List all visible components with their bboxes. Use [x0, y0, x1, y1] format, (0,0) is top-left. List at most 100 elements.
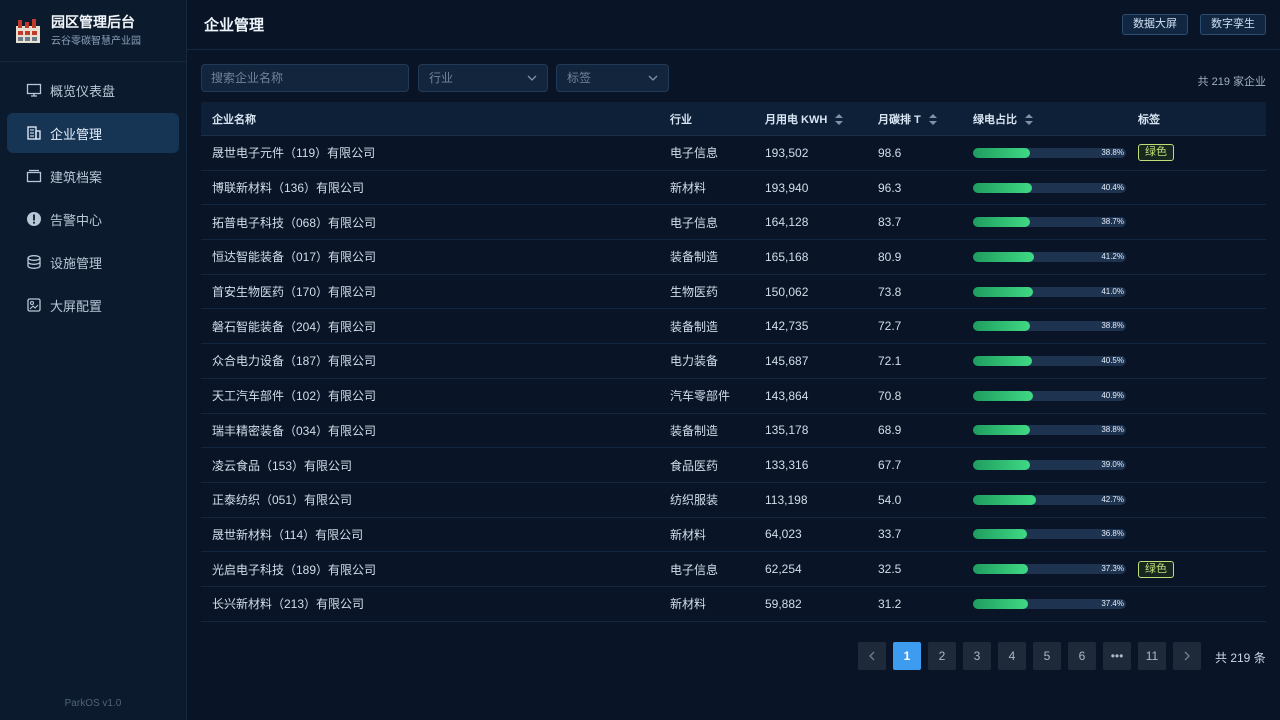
- tag-select[interactable]: 标签: [556, 64, 669, 92]
- cell-kwh: 64,023: [765, 527, 802, 542]
- page-button[interactable]: 4: [998, 642, 1026, 670]
- green-ratio-bar: 38.8%: [973, 425, 1126, 436]
- green-ratio-text: 41.0%: [1101, 286, 1124, 296]
- page-button[interactable]: 5: [1033, 642, 1061, 670]
- cell-co2: 33.7: [878, 527, 902, 542]
- table-row[interactable]: 瑞丰精密装备（034）有限公司 装备制造 135,178 68.9 38.8%: [201, 414, 1266, 449]
- building-icon: [26, 125, 42, 141]
- cell-green-ratio: 39.0%: [964, 460, 1137, 471]
- cell-kwh: 193,940: [765, 180, 809, 195]
- cell-industry: 食品医药: [670, 458, 719, 473]
- next-page-button[interactable]: [1173, 642, 1201, 670]
- cell-co2: 80.9: [878, 249, 902, 264]
- table-row[interactable]: 恒达智能装备（017）有限公司 装备制造 165,168 80.9 41.2%: [201, 240, 1266, 275]
- cell-industry: 装备制造: [670, 319, 719, 334]
- cell-kwh: 133,316: [765, 458, 809, 473]
- cell-co2: 31.2: [878, 596, 902, 611]
- green-ratio-fill: [973, 598, 1028, 609]
- chevron-right-icon: [1184, 651, 1190, 661]
- cell-co2: 96.3: [878, 180, 902, 195]
- digital-twin-button[interactable]: 数字孪生: [1200, 14, 1266, 35]
- table-body: 晟世电子元件（119）有限公司 电子信息 193,502 98.6 38.8% 绿色 博联新…: [201, 136, 1266, 622]
- chevron-down-icon: [527, 75, 537, 81]
- table-row[interactable]: 长兴新材料（213）有限公司 新材料 59,882 31.2 37.4%: [201, 587, 1266, 622]
- sidebar-item-dashboard[interactable]: 概览仪表盘: [7, 70, 179, 110]
- cell-co2: 54.0: [878, 492, 902, 507]
- table-row[interactable]: 博联新材料（136）有限公司 新材料 193,940 96.3 40.4%: [201, 171, 1266, 206]
- page-button[interactable]: 6: [1068, 642, 1096, 670]
- prev-page-button[interactable]: [858, 642, 886, 670]
- cell-green-ratio: 36.8%: [964, 529, 1137, 540]
- green-ratio-bar: 39.0%: [973, 460, 1126, 471]
- green-ratio-text: 36.8%: [1101, 529, 1124, 539]
- cell-industry: 汽车零部件: [670, 389, 731, 404]
- sidebar-item-enterprise[interactable]: 企业管理: [7, 113, 179, 153]
- table-row[interactable]: 凌云食品（153）有限公司 食品医药 133,316 67.7 39.0%: [201, 448, 1266, 483]
- column-header-industry: 行业: [670, 113, 692, 126]
- cell-co2: 70.8: [878, 388, 902, 403]
- green-ratio-text: 37.3%: [1101, 564, 1124, 574]
- sidebar-item-facilities[interactable]: 设施管理: [7, 242, 179, 282]
- green-ratio-text: 38.7%: [1101, 217, 1124, 227]
- green-ratio-fill: [973, 460, 1031, 471]
- industry-select-placeholder: 行业: [429, 71, 454, 85]
- sort-icon: [928, 114, 937, 126]
- cell-name: 天工汽车部件（102）有限公司: [212, 389, 377, 404]
- sidebar-item-label: 建筑档案: [50, 169, 103, 185]
- green-ratio-text: 40.9%: [1101, 390, 1124, 400]
- column-header-green[interactable]: 绿电占比: [964, 111, 1137, 127]
- table-row[interactable]: 拓普电子科技（068）有限公司 电子信息 164,128 83.7 38.7%: [201, 205, 1266, 241]
- green-ratio-fill: [973, 529, 1028, 540]
- cell-tag: 绿色: [1137, 144, 1266, 162]
- sort-icon: [835, 114, 844, 126]
- green-ratio-bar: 41.0%: [973, 286, 1126, 297]
- search-input[interactable]: [201, 64, 409, 92]
- green-ratio-text: 38.8%: [1101, 321, 1124, 331]
- cell-industry: 新材料: [670, 597, 707, 612]
- cell-co2: 68.9: [878, 423, 902, 438]
- page-ellipsis[interactable]: •••: [1103, 642, 1131, 670]
- page-button[interactable]: 3: [963, 642, 991, 670]
- sidebar-item-label: 概览仪表盘: [50, 83, 116, 99]
- data-screen-button[interactable]: 数据大屏: [1122, 14, 1188, 35]
- alert-icon: [26, 211, 42, 227]
- page-button[interactable]: 2: [928, 642, 956, 670]
- cell-name: 恒达智能装备（017）有限公司: [212, 250, 377, 265]
- tag-select-placeholder: 标签: [567, 71, 592, 85]
- table-row[interactable]: 天工汽车部件（102）有限公司 汽车零部件 143,864 70.8 40.9%: [201, 379, 1266, 414]
- table-row[interactable]: 晟世电子元件（119）有限公司 电子信息 193,502 98.6 38.8% 绿色: [201, 136, 1266, 171]
- table-row[interactable]: 正泰纺织（051）有限公司 纺织服装 113,198 54.0 42.7%: [201, 483, 1266, 518]
- cell-kwh: 135,178: [765, 423, 809, 438]
- green-ratio-text: 41.2%: [1101, 251, 1124, 261]
- cell-green-ratio: 38.8%: [964, 321, 1137, 332]
- cell-industry: 装备制造: [670, 423, 719, 438]
- sidebar-item-buildings[interactable]: 建筑档案: [7, 156, 179, 196]
- cell-industry: 电子信息: [670, 215, 719, 230]
- cell-industry: 纺织服装: [670, 493, 719, 508]
- sidebar-item-label: 企业管理: [50, 126, 103, 142]
- sidebar: 园区管理后台 云谷零碳智慧产业园 概览仪表盘 企业管理 建筑档案 告警中心 设施…: [0, 0, 187, 720]
- green-ratio-fill: [973, 321, 1030, 332]
- table-row[interactable]: 首安生物医药（170）有限公司 生物医药 150,062 73.8 41.0%: [201, 275, 1266, 310]
- sidebar-item-screen-config[interactable]: 大屏配置: [7, 285, 179, 325]
- cell-co2: 67.7: [878, 458, 902, 473]
- page-button[interactable]: 1: [893, 642, 921, 670]
- table-row[interactable]: 光启电子科技（189）有限公司 电子信息 62,254 32.5 37.3% 绿色: [201, 552, 1266, 587]
- cell-kwh: 164,128: [765, 215, 809, 230]
- industry-select[interactable]: 行业: [418, 64, 548, 92]
- green-ratio-fill: [973, 147, 1030, 158]
- page-button[interactable]: 11: [1138, 642, 1166, 670]
- column-header-co2[interactable]: 月碳排 T: [868, 111, 964, 127]
- table-row[interactable]: 晟世新材料（114）有限公司 新材料 64,023 33.7 36.8%: [201, 518, 1266, 553]
- column-header-kwh[interactable]: 月用电 KWH: [755, 111, 868, 127]
- cell-industry: 电力装备: [670, 354, 719, 369]
- sidebar-item-label: 设施管理: [50, 255, 103, 271]
- cell-kwh: 165,168: [765, 249, 809, 264]
- table-row[interactable]: 众合电力设备（187）有限公司 电力装备 145,687 72.1 40.5%: [201, 344, 1266, 379]
- sidebar-item-alerts[interactable]: 告警中心: [7, 199, 179, 239]
- table-row[interactable]: 磐石智能装备（204）有限公司 装备制造 142,735 72.7 38.8%: [201, 309, 1266, 345]
- cell-green-ratio: 40.4%: [964, 182, 1137, 193]
- cell-kwh: 59,882: [765, 596, 802, 611]
- cell-kwh: 143,864: [765, 388, 809, 403]
- cell-kwh: 145,687: [765, 353, 809, 368]
